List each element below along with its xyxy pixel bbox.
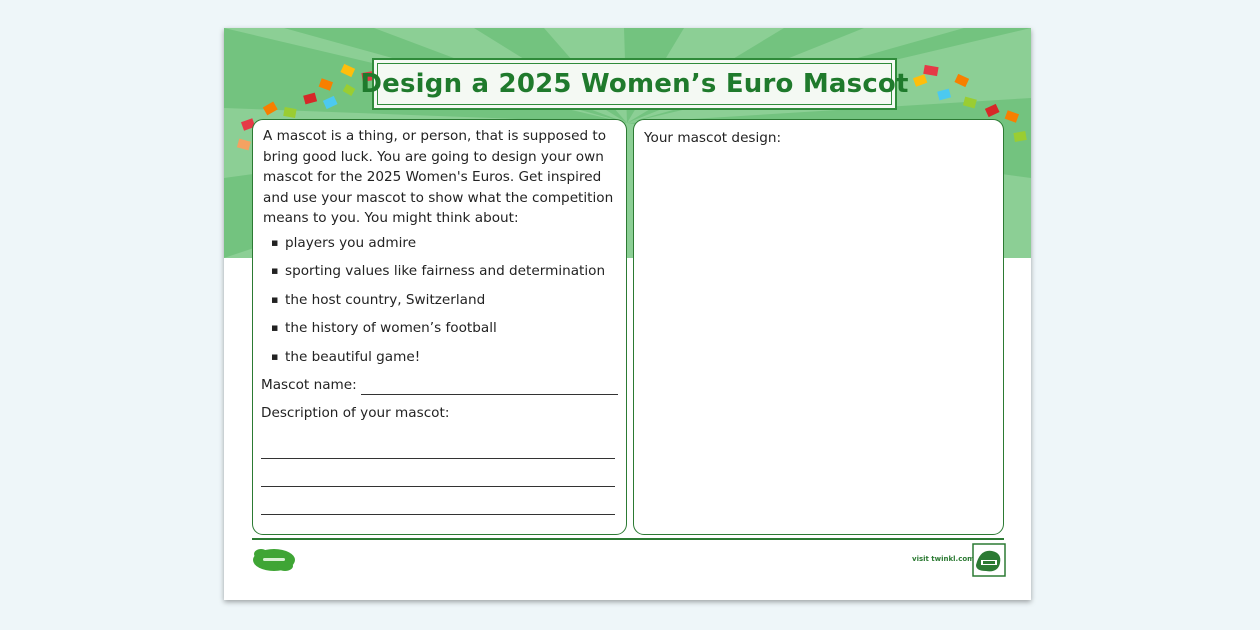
intro-text: A mascot is a thing, or person, that is … — [263, 128, 614, 226]
bullet-icon: ▪ — [271, 264, 279, 277]
twinkl-brand-icon — [972, 543, 1006, 577]
description-label: Description of your mascot: — [261, 405, 450, 421]
footer-divider — [252, 538, 1004, 540]
mascot-name-field[interactable] — [360, 380, 618, 395]
instructions-panel: A mascot is a thing, or person, that is … — [252, 119, 627, 535]
visit-link[interactable]: visit twinkl.com — [912, 555, 974, 563]
description-line-3[interactable] — [261, 487, 615, 515]
list-item: ▪ sporting values like fairness and deter… — [271, 261, 618, 290]
mascot-name-label: Mascot name: — [261, 376, 357, 393]
list-item: ▪ players you admire — [271, 233, 618, 262]
design-label: Your mascot design: — [644, 130, 782, 146]
mascot-name-row: Mascot name: — [261, 375, 618, 395]
bullet-icon: ▪ — [271, 235, 279, 249]
design-panel[interactable]: Your mascot design: — [633, 119, 1004, 535]
bullet-icon: ▪ — [271, 292, 279, 306]
worksheet-page: Design a 2025 Women’s Euro Mascot A masc… — [224, 28, 1031, 600]
bullet-icon: ▪ — [271, 321, 279, 334]
list-item: ▪ the beautiful game! — [271, 347, 618, 376]
description-line-1[interactable] — [261, 424, 615, 459]
description-line-2[interactable] — [261, 459, 615, 487]
bullet-icon: ▪ — [271, 349, 279, 363]
page-title: Design a 2025 Women’s Euro Mascot — [360, 69, 909, 99]
list-item: ▪ the host country, Switzerland — [271, 290, 618, 319]
title-box: Design a 2025 Women’s Euro Mascot — [360, 58, 908, 110]
twinkl-logo-icon — [253, 549, 295, 571]
list-item: ▪ the history of women’s football — [271, 318, 618, 347]
ideas-list: ▪ players you admire ▪ sporting values lik… — [261, 233, 618, 376]
